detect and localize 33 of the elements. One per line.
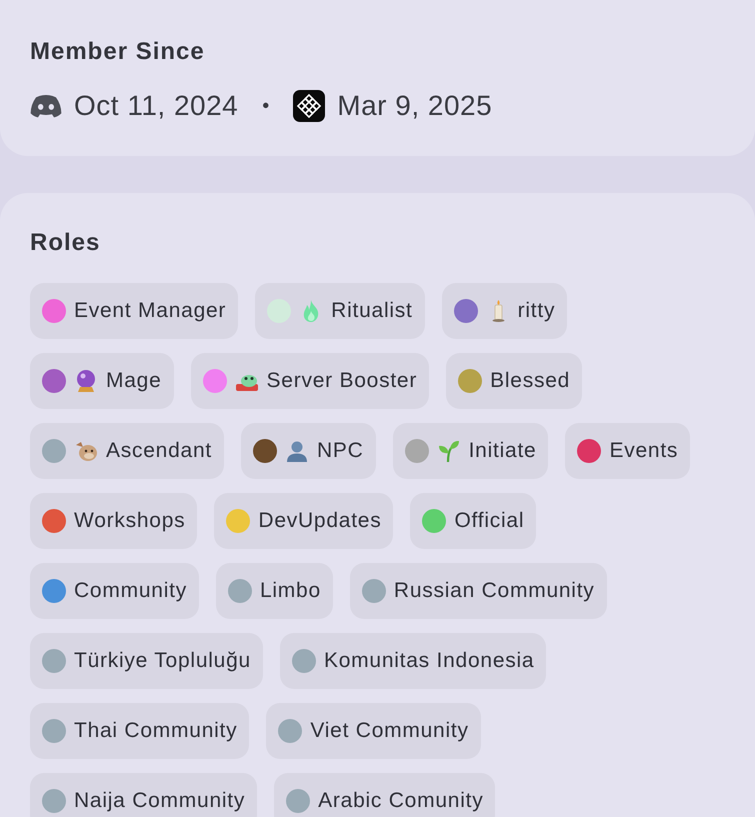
role-name: Thai Community [74,719,238,743]
join-date: Mar 9, 2025 [337,90,492,122]
sprout-icon [436,439,461,463]
role-name: Official [454,509,524,533]
role-name: DevUpdates [258,509,382,533]
role-name: Komunitas Indonesia [324,649,534,673]
role-name: Event Manager [74,299,226,323]
date-separator: • [262,94,270,118]
creature-icon [74,439,98,463]
knot-logo-icon [293,90,326,122]
section-title: Member Since [30,37,206,67]
role-name: Ascendant [106,439,212,463]
role-name: ritty [518,299,556,323]
role-name: Russian Community [394,579,595,603]
role-name: Naija Community [74,789,246,813]
role-name: Initiate [468,439,536,463]
role-name: NPC [317,439,364,463]
person-silhouette-icon [285,439,309,463]
join-date: Oct 11, 2024 [74,90,238,122]
crystal-ball-icon [74,369,98,393]
controller-logo-icon [30,94,62,118]
role-name: Blessed [490,369,570,393]
role-name: Events [609,439,678,463]
role-name: Ritualist [331,299,413,323]
role-name: Türkiye Topluluğu [74,649,251,673]
role-name: Community [74,579,187,603]
role-name: Limbo [260,579,321,603]
role-name: Mage [106,369,162,393]
role-name: Viet Community [310,719,469,743]
section-title: Roles [30,228,102,258]
role-name: Server Booster [266,369,418,393]
role-name: Arabic Comunity [318,789,484,813]
role-name: Workshops [74,509,186,533]
